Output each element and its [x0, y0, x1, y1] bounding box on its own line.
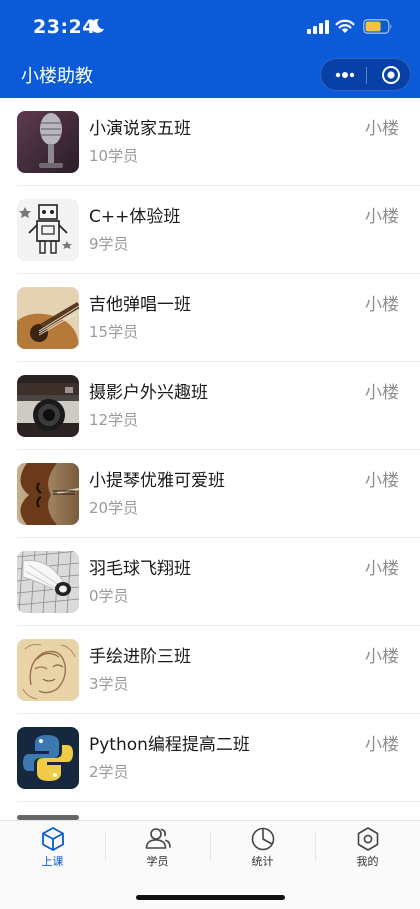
pie-chart-icon — [251, 827, 275, 851]
tab-label: 统计 — [251, 855, 274, 868]
more-options-icon[interactable] — [334, 66, 356, 84]
hexagon-settings-icon — [357, 827, 379, 851]
students-icon — [145, 828, 171, 849]
teacher-name: 小楼 — [365, 119, 399, 139]
tab-statistics[interactable]: 统计 — [210, 821, 315, 871]
class-name: Python编程提高二班 — [89, 735, 250, 755]
violin-image — [17, 463, 79, 525]
student-count: 15学员 — [89, 323, 139, 341]
tab-students[interactable]: 学员 — [105, 821, 210, 871]
student-count: 3学员 — [89, 675, 129, 693]
class-name: 吉他弹唱一班 — [89, 295, 191, 315]
tab-mine[interactable]: 我的 — [315, 821, 420, 871]
sketch-image — [17, 639, 79, 701]
home-indicator — [136, 895, 285, 900]
class-list: 小演说家五班 10学员 小楼 C++体验班 9学员 小楼 吉他弹唱一班 15学员… — [0, 98, 420, 820]
class-row[interactable]: 吉他弹唱一班 15学员 小楼 — [0, 274, 420, 362]
student-count: 10学员 — [89, 147, 139, 165]
close-miniprogram-icon[interactable] — [381, 65, 401, 85]
tab-label: 我的 — [356, 855, 379, 868]
robot-drawing-image — [17, 199, 79, 261]
class-row[interactable]: 小演说家五班 10学员 小楼 — [0, 98, 420, 186]
teacher-name: 小楼 — [365, 295, 399, 315]
student-count: 0学员 — [89, 587, 129, 605]
student-count: 9学员 — [89, 235, 129, 253]
class-row[interactable]: 羽毛球飞翔班 0学员 小楼 — [0, 538, 420, 626]
row-divider — [17, 801, 420, 802]
teacher-name: 小楼 — [365, 207, 399, 227]
python-logo-image — [17, 727, 79, 789]
moon-icon — [90, 18, 104, 33]
microphone-image — [17, 111, 79, 173]
teacher-name: 小楼 — [365, 647, 399, 667]
teacher-name: 小楼 — [365, 735, 399, 755]
battery-icon — [363, 19, 392, 34]
cube-icon — [42, 827, 64, 851]
class-row[interactable]: Python编程提高二班 2学员 小楼 — [0, 714, 420, 802]
capsule-divider — [366, 67, 367, 84]
class-name: C++体验班 — [89, 207, 181, 227]
status-bar: 23:24 — [0, 0, 420, 56]
mini-program-capsule — [320, 58, 411, 91]
class-name: 羽毛球飞翔班 — [89, 559, 191, 579]
status-time: 23:24 — [33, 16, 96, 38]
class-row[interactable]: 摄影户外兴趣班 12学员 小楼 — [0, 362, 420, 450]
student-count: 20学员 — [89, 499, 139, 517]
class-name: 摄影户外兴趣班 — [89, 383, 208, 403]
tab-label: 上课 — [41, 855, 64, 868]
class-row[interactable]: 手绘进阶三班 3学员 小楼 — [0, 626, 420, 714]
student-count: 2学员 — [89, 763, 129, 781]
app-header: 23:24 小楼助教 — [0, 0, 420, 98]
tab-classes[interactable]: 上课 — [0, 821, 105, 871]
app-screen: 23:24 小楼助教 小演说家五班 10学员 小楼 C++体验班 9学员 小楼 … — [0, 0, 420, 909]
camera-image — [17, 375, 79, 437]
class-row[interactable]: 小提琴优雅可爱班 20学员 小楼 — [0, 450, 420, 538]
page-title: 小楼助教 — [21, 66, 93, 87]
class-name: 手绘进阶三班 — [89, 647, 191, 667]
tab-label: 学员 — [146, 855, 169, 868]
class-row[interactable]: C++体验班 9学员 小楼 — [0, 186, 420, 274]
shuttlecock-image — [17, 551, 79, 613]
class-name: 小演说家五班 — [89, 119, 191, 139]
guitar-image — [17, 287, 79, 349]
wifi-icon — [335, 19, 355, 33]
teacher-name: 小楼 — [365, 383, 399, 403]
teacher-name: 小楼 — [365, 471, 399, 491]
student-count: 12学员 — [89, 411, 139, 429]
teacher-name: 小楼 — [365, 559, 399, 579]
cellular-signal-icon — [307, 20, 329, 34]
class-name: 小提琴优雅可爱班 — [89, 471, 225, 491]
